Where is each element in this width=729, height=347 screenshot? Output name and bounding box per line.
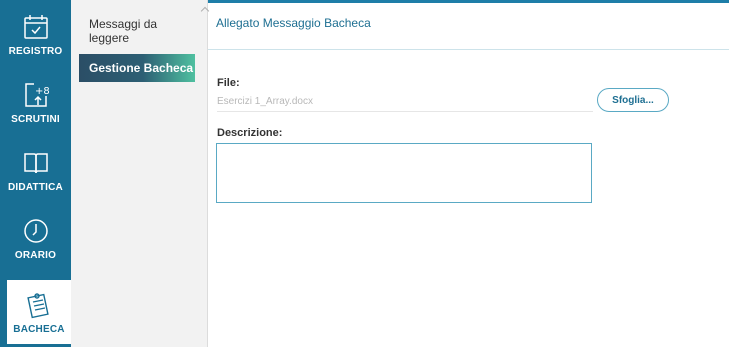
calendar-check-icon [21, 12, 51, 42]
page-title: Allegato Messaggio Bacheca [216, 16, 371, 30]
file-name-field[interactable]: Esercizi 1_Array.docx [217, 94, 593, 112]
app-rail: REGISTRO +8 SCRUTINI DIDATTICA ORARIO BA… [0, 0, 71, 347]
rail-item-registro[interactable]: REGISTRO [0, 0, 71, 68]
menu-item-gestione-bacheca[interactable]: Gestione Bacheca [79, 54, 195, 82]
rail-item-scrutini[interactable]: +8 SCRUTINI [0, 68, 71, 136]
rail-label: REGISTRO [8, 46, 63, 57]
svg-text:+8: +8 [35, 86, 50, 97]
plus-eight-icon: +8 [21, 80, 51, 110]
description-textarea[interactable] [216, 143, 592, 203]
rail-label: ORARIO [14, 250, 57, 261]
rail-item-didattica[interactable]: DIDATTICA [0, 136, 71, 204]
book-icon [21, 148, 51, 178]
file-label: File: [217, 77, 240, 89]
rail-item-bacheca[interactable]: BACHECA [7, 280, 71, 344]
menu-item-messaggi-da-leggere[interactable]: Messaggi da leggere [79, 17, 195, 45]
rail-label: BACHECA [13, 324, 65, 335]
browse-button[interactable]: Sfoglia... [597, 88, 669, 112]
sub-menu: Messaggi da leggere Gestione Bacheca [71, 0, 210, 347]
rail-item-orario[interactable]: ORARIO [0, 204, 71, 272]
notice-board-icon [24, 290, 54, 320]
rail-label: SCRUTINI [11, 114, 60, 125]
description-label: Descrizione: [217, 127, 283, 139]
rail-label: DIDATTICA [8, 182, 63, 193]
clock-icon [21, 216, 51, 246]
page-header: Allegato Messaggio Bacheca [208, 0, 729, 50]
